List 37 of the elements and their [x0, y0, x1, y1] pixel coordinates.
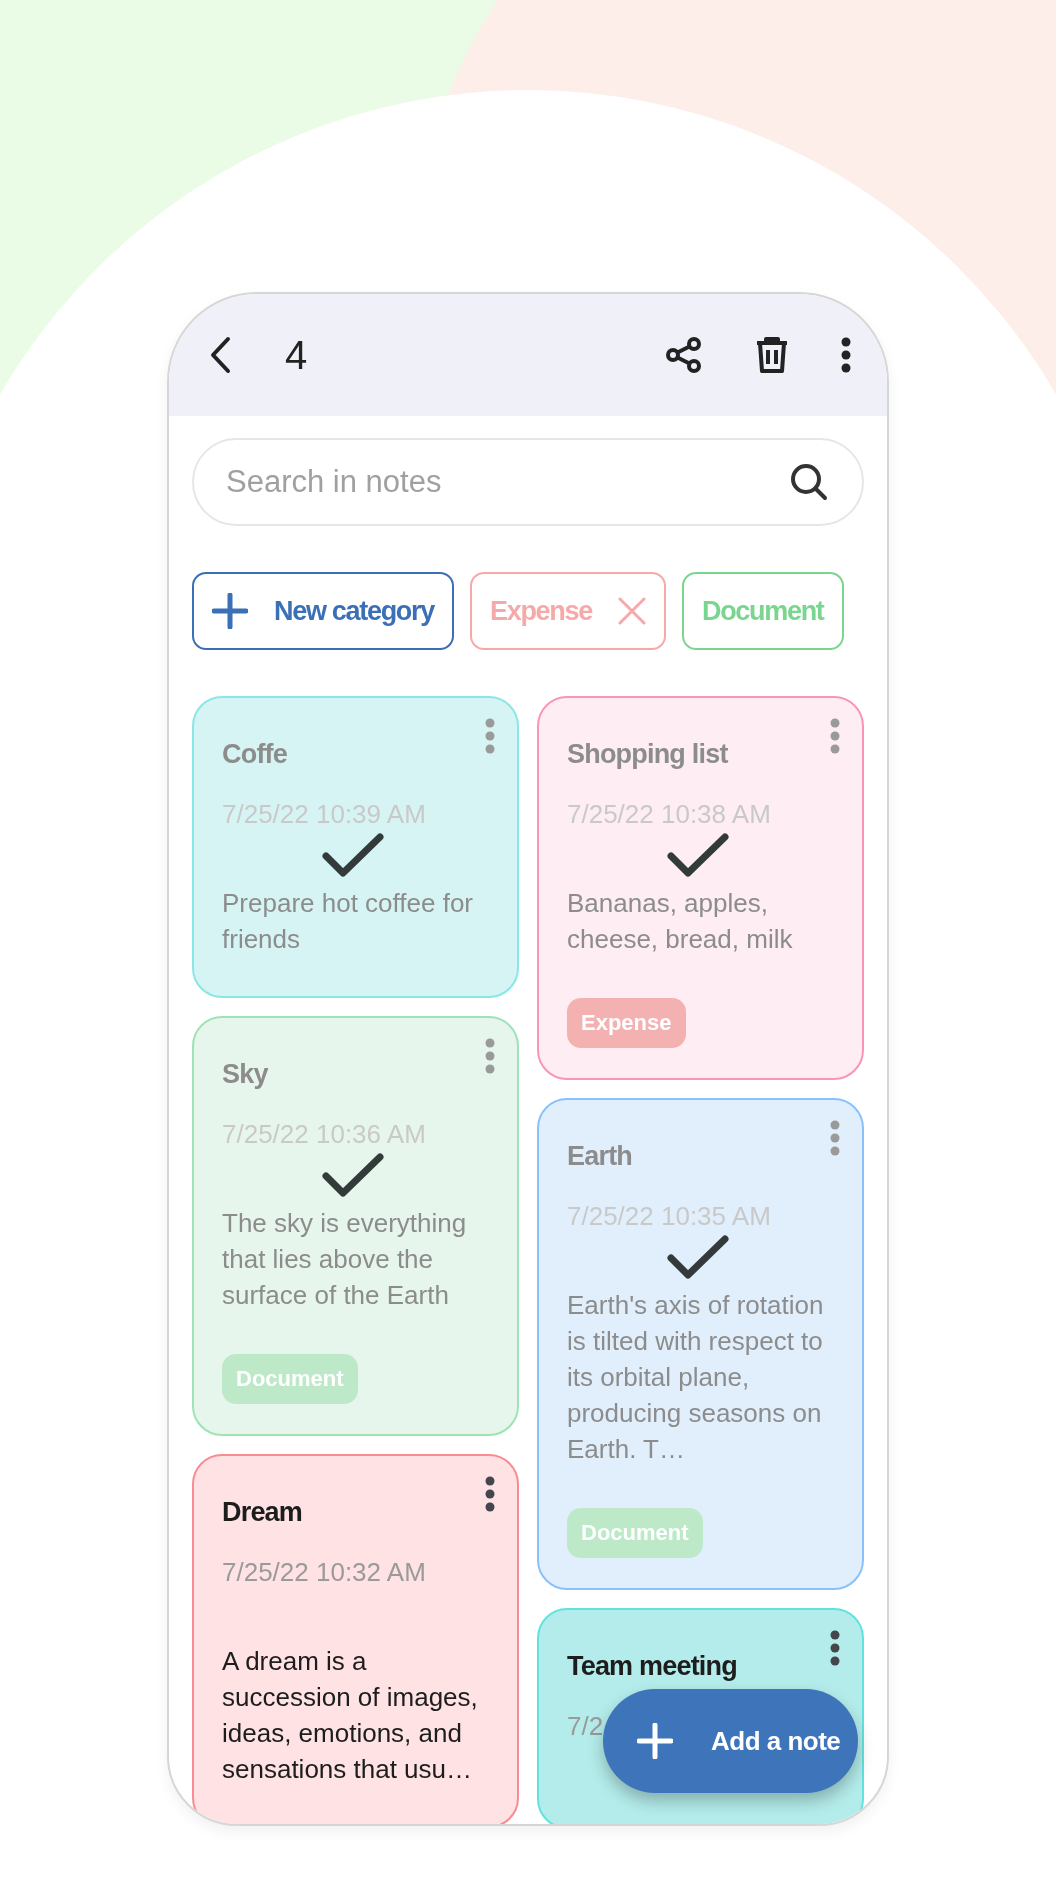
- note-card[interactable]: Dream 7/25/22 10:32 AM A dream is a succession of images, ideas, emotions, and sensations that usu…: [192, 1454, 519, 1824]
- search-icon[interactable]: [790, 463, 828, 501]
- check-icon: [320, 1152, 385, 1198]
- tag-label: Expense: [567, 998, 686, 1048]
- note-title: Earth: [567, 1140, 634, 1173]
- new-category-button[interactable]: New category: [192, 572, 454, 650]
- more-icon[interactable]: [830, 1630, 840, 1666]
- more-icon[interactable]: [841, 337, 851, 373]
- selected-count: 4: [285, 332, 309, 378]
- note-title: Team meeting: [567, 1650, 738, 1683]
- check-icon: [320, 832, 385, 878]
- note-title: Sky: [222, 1058, 270, 1091]
- back-icon[interactable]: [209, 336, 231, 374]
- category-chip[interactable]: Expense: [469, 572, 666, 650]
- note-date: 7/2: [567, 1710, 604, 1743]
- note-body: A dream is a succession of images, ideas, emotions, and sensations that usu…: [222, 1645, 479, 1786]
- add-note-button[interactable]: Add a note: [603, 1689, 858, 1793]
- note-title: Shopping list: [567, 738, 730, 771]
- note-body: Bananas, apples, cheese, bread, milk: [567, 887, 794, 956]
- note-body: Prepare hot coffee for friends: [222, 887, 474, 956]
- tag-label: Document: [567, 1508, 703, 1558]
- tag-label: Document: [222, 1354, 358, 1404]
- trash-icon[interactable]: [755, 336, 789, 374]
- search-input[interactable]: Search in notes: [224, 463, 790, 501]
- note-body: Earth's axis of rotation is tilted with respect to its orbital plane, producing seasons on Earth. T…: [567, 1289, 825, 1466]
- more-icon[interactable]: [485, 1476, 495, 1512]
- note-body: The sky is everything that lies above the surface of the Earth: [222, 1207, 468, 1312]
- search-field[interactable]: Search in notes: [192, 438, 864, 526]
- note-title: Coffe: [222, 738, 288, 771]
- note-date: 7/25/22 10:32 AM: [222, 1556, 426, 1589]
- note-title: Dream: [222, 1496, 304, 1529]
- plus-icon: [212, 593, 248, 629]
- check-icon: [665, 832, 730, 878]
- category-chip[interactable]: Document: [681, 572, 844, 650]
- share-icon[interactable]: [665, 336, 703, 374]
- plus-icon: [637, 1723, 673, 1759]
- check-icon: [665, 1234, 730, 1280]
